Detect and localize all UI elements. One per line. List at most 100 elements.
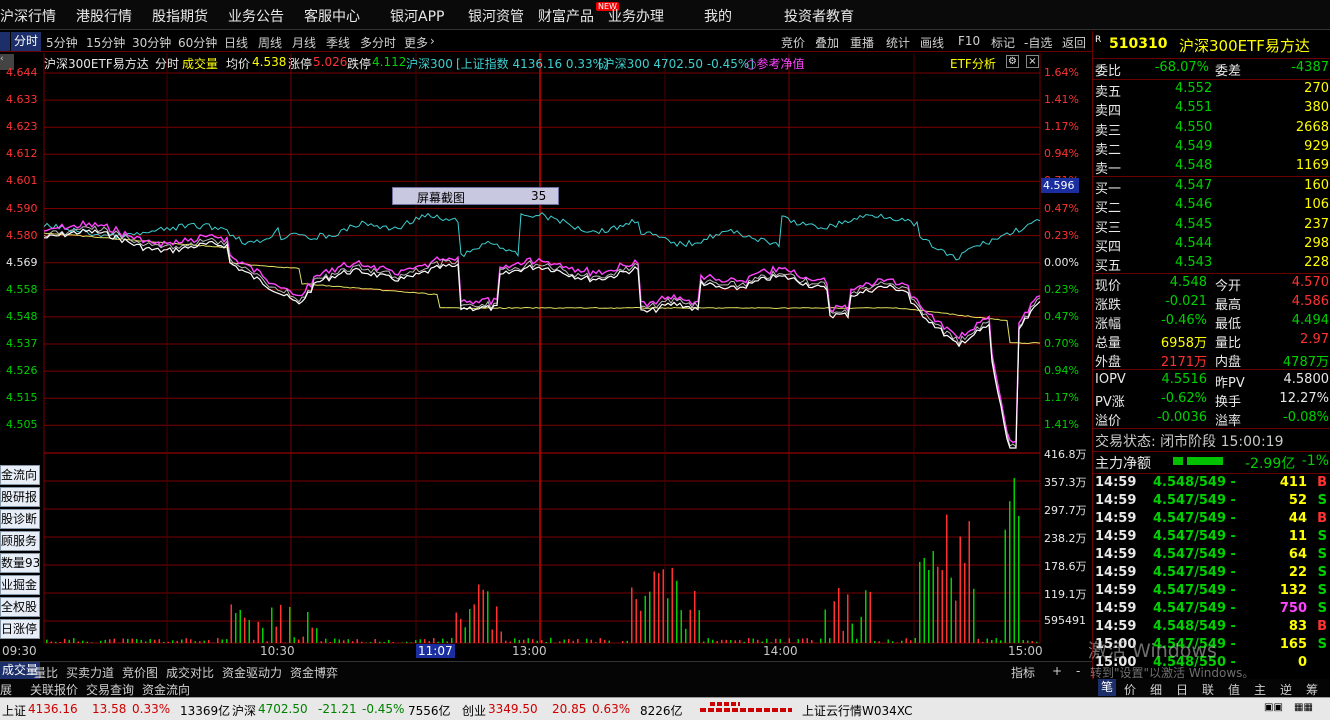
period-toolbar: 分时 5分钟 15分钟 30分钟 60分钟 日线 周线 月线 季线 多分时 更多… [0, 31, 1092, 52]
tab-monthly[interactable]: 月线 [292, 34, 316, 51]
menu-investor-edu[interactable]: 投资者教育 [784, 6, 854, 26]
tab-price[interactable]: 价 [1124, 681, 1136, 698]
security-name: 沪深300ETF易方达 [44, 57, 149, 71]
volume-bar [356, 639, 358, 643]
tab-link[interactable]: 联 [1202, 681, 1214, 698]
wc-label: 委差 [1215, 64, 1242, 79]
tab-daily[interactable]: 日线 [224, 34, 248, 51]
side-limit-up[interactable]: 日涨停 [0, 619, 40, 639]
tick-row[interactable]: 14:59 4.547/549 - 22 S [1095, 565, 1329, 584]
remove-button[interactable]: - [1076, 664, 1080, 678]
volume-bar [1000, 640, 1002, 643]
etf-analysis-button[interactable]: ETF分析 [950, 55, 996, 72]
y-label-right: 1.64% [1044, 66, 1079, 79]
tab-multi-intraday[interactable]: 多分时 [360, 34, 396, 51]
volume-bar [253, 639, 255, 643]
side-rights[interactable]: 全权股 [0, 597, 40, 617]
volume-bar [725, 639, 727, 643]
tab-main[interactable]: 主 [1254, 681, 1266, 698]
menu-announcements[interactable]: 业务公告 [228, 6, 284, 26]
limit-up-value: 5.026 [313, 55, 348, 69]
tab-5min[interactable]: 5分钟 [46, 34, 78, 51]
tab-trade-query[interactable]: 交易查询 [86, 681, 134, 698]
volume-bar [442, 638, 444, 643]
tick-row[interactable]: 14:59 4.547/549 - 52 S [1095, 493, 1329, 512]
tool-stats[interactable]: 统计 [886, 34, 910, 51]
tab-day[interactable]: 日 [1176, 681, 1188, 698]
tick-volume: 11 [1288, 529, 1307, 544]
tab-15min[interactable]: 15分钟 [86, 34, 125, 51]
chevron-right-icon[interactable]: › [430, 34, 435, 48]
tab-quarterly[interactable]: 季线 [326, 34, 350, 51]
tab-related-quotes[interactable]: 关联报价 [30, 681, 78, 698]
tab-more[interactable]: 更多 [404, 34, 428, 51]
limit-up-label: 涨停 [288, 57, 313, 71]
menu-asset-mgmt[interactable]: 银河资管 [468, 6, 524, 26]
tick-row[interactable]: 14:59 4.547/549 - 132 S [1095, 583, 1329, 602]
tick-row[interactable]: 14:59 4.547/549 - 64 S [1095, 547, 1329, 566]
volume-bar [896, 642, 898, 643]
tick-price: 4.548/549 - [1153, 475, 1236, 490]
tick-price: 4.547/549 - [1153, 547, 1236, 562]
tick-row[interactable]: 14:59 4.547/549 - 44 B [1095, 511, 1329, 530]
menu-mine[interactable]: 我的 [704, 6, 732, 26]
tool-f10[interactable]: F10 [958, 34, 980, 48]
bid-volume: 106 [1304, 197, 1329, 213]
volume-bar [208, 640, 210, 643]
close-icon[interactable]: × [1026, 55, 1039, 68]
tab-60min[interactable]: 60分钟 [178, 34, 217, 51]
settings-icon[interactable]: ⚙ [1006, 55, 1019, 68]
volume-bar [298, 639, 300, 643]
menu-app[interactable]: 银河APP [390, 6, 444, 26]
tick-time: 14:59 [1095, 529, 1137, 544]
tab-value[interactable]: 值 [1228, 681, 1240, 698]
menu-service-center[interactable]: 客服中心 [304, 6, 360, 26]
menu-index-futures[interactable]: 股指期货 [152, 6, 208, 26]
tab-chips[interactable]: 筹 [1306, 681, 1318, 698]
tool-replay[interactable]: 重播 [850, 34, 874, 51]
volume-bar [469, 609, 471, 643]
volume-bar [190, 639, 192, 643]
tick-row[interactable]: 14:59 4.547/549 - 11 S [1095, 529, 1329, 548]
tab-weekly[interactable]: 周线 [258, 34, 282, 51]
bid-row: 买四 4.544 298 [1095, 236, 1329, 255]
side-advisor[interactable]: 顾服务 [0, 531, 40, 551]
tab-fund-flow[interactable]: 资金流向 [142, 681, 190, 698]
side-quant[interactable]: 数量935 [0, 553, 40, 573]
y-label-left: 4.601 [6, 174, 38, 188]
tick-price: 4.547/549 - [1153, 601, 1236, 616]
index-line [43, 212, 1041, 261]
tick-row[interactable]: 14:59 4.547/549 - 750 S [1095, 601, 1329, 620]
tool-auction[interactable]: 竞价 [781, 34, 805, 51]
menu-wealth-products[interactable]: 财富产品 [538, 6, 594, 26]
volume-bar [923, 558, 925, 643]
tool-mark[interactable]: 标记 [991, 34, 1015, 51]
reference-nav[interactable]: ○参考净值 [746, 55, 804, 72]
volume-bar [842, 630, 844, 643]
side-diagnosis[interactable]: 股诊断 [0, 509, 40, 529]
add-button[interactable]: + [1052, 664, 1062, 678]
tab-tick[interactable]: 笔 [1098, 679, 1117, 696]
bid-price: 4.547 [1175, 178, 1213, 193]
volume-bar [500, 631, 502, 643]
tool-overlay[interactable]: 叠加 [815, 34, 839, 51]
volume-bar [599, 638, 601, 643]
tick-price: 4.547/549 - [1153, 511, 1236, 526]
tool-draw[interactable]: 画线 [920, 34, 944, 51]
tab-detail[interactable]: 细 [1150, 681, 1162, 698]
tab-expand[interactable]: 展 [0, 681, 12, 698]
tick-side: B [1317, 475, 1327, 490]
side-fund-flow[interactable]: 金流向 [0, 465, 40, 485]
tab-reverse[interactable]: 逆 [1280, 681, 1292, 698]
side-research[interactable]: 股研报 [0, 487, 40, 507]
menu-business[interactable]: 业务办理 [608, 6, 664, 26]
side-industry[interactable]: 业掘金 [0, 575, 40, 595]
intraday-chart[interactable] [0, 53, 1092, 660]
tick-row[interactable]: 14:59 4.548/549 - 411 B [1095, 475, 1329, 494]
volume-bar [766, 638, 768, 643]
tab-30min[interactable]: 30分钟 [132, 34, 171, 51]
menu-hk-quotes[interactable]: 港股行情 [76, 6, 132, 26]
bid-price: 4.545 [1175, 216, 1213, 232]
volume-bar [568, 639, 570, 643]
stat-label: 涨幅 [1095, 317, 1122, 332]
